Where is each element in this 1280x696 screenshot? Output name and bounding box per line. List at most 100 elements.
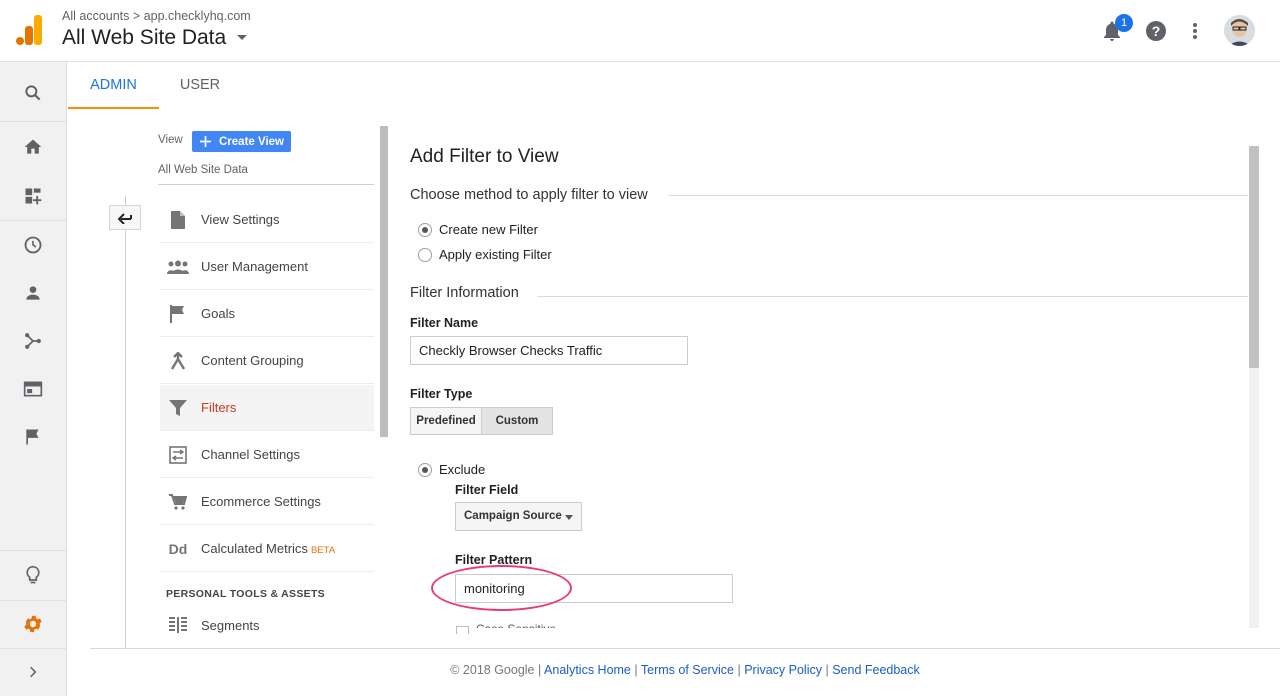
radio-apply-existing-filter[interactable] <box>418 248 432 262</box>
filter-type-predefined-button[interactable]: Predefined <box>410 407 482 435</box>
highlight-annotation <box>431 565 572 611</box>
divider <box>668 195 1248 196</box>
radio-label-apply-existing[interactable]: Apply existing Filter <box>439 247 552 262</box>
admin-gear-icon[interactable] <box>0 600 66 648</box>
home-icon[interactable] <box>0 123 66 171</box>
radio-exclude[interactable] <box>418 463 432 477</box>
footer-separator: | <box>737 663 741 677</box>
nav-item-label: Calculated Metrics <box>201 541 308 556</box>
create-view-button[interactable]: Create View <box>192 131 291 152</box>
view-name: All Web Site Data <box>158 164 248 176</box>
section-heading-method: Choose method to apply filter to view <box>410 187 660 203</box>
analytics-logo-icon[interactable] <box>16 15 42 45</box>
plus-icon <box>200 136 211 147</box>
discover-bulb-icon[interactable] <box>0 551 66 599</box>
left-rail <box>0 62 67 696</box>
filter-field-label: Filter Field <box>455 483 519 497</box>
breadcrumb-account[interactable]: app.checklyhq.com <box>144 9 251 23</box>
conversions-flag-icon[interactable] <box>0 413 66 461</box>
beta-badge: BETA <box>310 545 336 556</box>
nav-item-goals[interactable]: Goals <box>160 291 374 337</box>
footer-separator: | <box>634 663 638 677</box>
footer-separator: | <box>825 663 829 677</box>
footer-separator: | <box>538 663 542 677</box>
divider <box>537 296 1248 297</box>
nav-item-label: Segments <box>201 617 260 633</box>
nav-item-view-settings[interactable]: View Settings <box>160 197 374 243</box>
calculated-metrics-icon: Dd <box>168 540 188 557</box>
footer: © 2018 Google | Analytics Home | Terms o… <box>0 663 1280 677</box>
nav-item-label: Filters <box>201 400 237 415</box>
section-heading-info: Filter Information <box>410 285 531 301</box>
filter-name-input[interactable]: Checkly Browser Checks Traffic <box>410 336 688 365</box>
document-icon <box>171 210 185 229</box>
nav-item-segments[interactable]: Segments <box>160 603 374 647</box>
nav-item-user-management[interactable]: User Management <box>160 244 374 290</box>
footer-link-privacy[interactable]: Privacy Policy <box>744 663 822 677</box>
back-button[interactable] <box>109 205 141 230</box>
nav-item-label: Goals <box>201 306 235 321</box>
create-view-label: Create View <box>219 135 284 148</box>
page-title: Add Filter to View <box>410 146 559 167</box>
section-heading-personal-tools: PERSONAL TOOLS & ASSETS <box>166 588 325 600</box>
nav-item-label: User Management <box>201 259 308 274</box>
divider <box>90 648 1280 649</box>
property-selector[interactable]: All Web Site Data <box>62 26 248 50</box>
nav-item-label: Content Grouping <box>201 353 304 368</box>
nav-item-label: View Settings <box>201 212 280 227</box>
customization-icon[interactable] <box>0 172 66 220</box>
filter-funnel-icon <box>169 399 187 416</box>
divider <box>125 196 126 648</box>
nav-scrollbar[interactable] <box>380 126 388 437</box>
nav-item-content-grouping[interactable]: Content Grouping <box>160 338 374 384</box>
notification-count-badge[interactable]: 1 <box>1115 14 1133 32</box>
more-vert-icon[interactable] <box>1185 19 1205 43</box>
case-sensitive-label[interactable]: Case Sensitive <box>476 622 566 628</box>
breadcrumb-separator: > <box>132 9 141 23</box>
audience-person-icon[interactable] <box>0 269 66 317</box>
svg-text:?: ? <box>1152 23 1161 39</box>
back-arrow-icon <box>118 212 132 224</box>
nav-item-label: Ecommerce Settings <box>201 494 321 509</box>
case-sensitive-checkbox[interactable] <box>456 626 469 634</box>
property-title[interactable]: All Web Site Data <box>62 26 226 49</box>
breadcrumb[interactable]: All accounts > app.checklyhq.com <box>62 9 251 23</box>
flag-icon <box>170 304 184 323</box>
copyright: © 2018 Google <box>450 663 535 677</box>
nav-item-filters[interactable]: Filters <box>160 385 374 431</box>
behavior-icon[interactable] <box>0 365 66 413</box>
breadcrumb-root[interactable]: All accounts <box>62 9 129 23</box>
filter-field-select[interactable]: Campaign Source <box>455 502 582 531</box>
tab-admin[interactable]: ADMIN <box>68 62 159 109</box>
filter-name-label: Filter Name <box>410 316 479 330</box>
caret-down-icon[interactable] <box>236 34 248 42</box>
main-scrollbar-thumb[interactable] <box>1249 146 1259 368</box>
radio-create-new-filter[interactable] <box>418 223 432 237</box>
footer-link-terms[interactable]: Terms of Service <box>641 663 734 677</box>
group-icon <box>167 260 189 274</box>
nav-item-channel-settings[interactable]: Channel Settings <box>160 432 374 478</box>
filter-type-custom-button[interactable]: Custom <box>481 407 553 435</box>
avatar[interactable] <box>1224 15 1255 46</box>
view-label: View <box>158 134 183 146</box>
search-icon[interactable] <box>0 69 66 117</box>
nav-item-label: Channel Settings <box>201 447 301 462</box>
footer-link-feedback[interactable]: Send Feedback <box>832 663 920 677</box>
tab-user[interactable]: USER <box>160 62 240 109</box>
nav-item-calculated-metrics[interactable]: Dd Calculated Metrics BETA <box>160 526 374 572</box>
segments-icon <box>169 617 187 633</box>
footer-link-analytics-home[interactable]: Analytics Home <box>544 663 631 677</box>
acquisition-icon[interactable] <box>0 317 66 365</box>
top-bar: All accounts > app.checklyhq.com All Web… <box>0 0 1280 62</box>
filter-type-label: Filter Type <box>410 387 473 401</box>
content-grouping-icon <box>170 351 186 370</box>
radio-label-create-new[interactable]: Create new Filter <box>439 222 538 237</box>
divider <box>158 184 374 185</box>
radio-label-exclude[interactable]: Exclude <box>439 462 485 477</box>
channel-settings-icon <box>169 445 187 464</box>
cart-icon <box>169 493 187 510</box>
help-icon[interactable]: ? <box>1144 19 1168 43</box>
caret-down-icon[interactable] <box>565 515 573 520</box>
realtime-clock-icon[interactable] <box>0 221 66 269</box>
nav-item-ecommerce-settings[interactable]: Ecommerce Settings <box>160 479 374 525</box>
